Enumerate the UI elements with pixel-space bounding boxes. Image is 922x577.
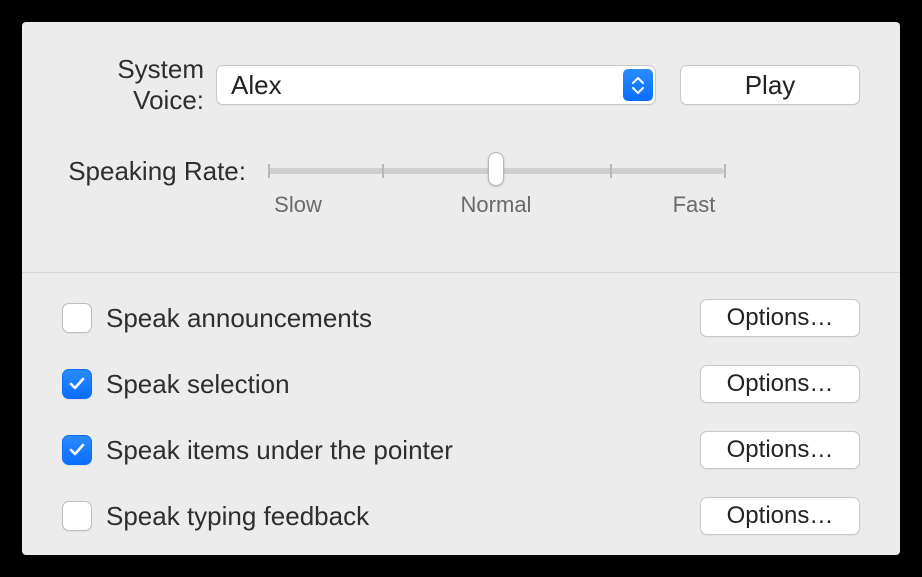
speaking-rate-slider[interactable]: Slow Normal Fast [258, 156, 734, 218]
slider-tick [724, 164, 726, 178]
options-button-label: Options… [727, 436, 834, 464]
play-button-label: Play [745, 70, 796, 101]
slider-label-normal: Normal [338, 192, 654, 218]
speak-selection-checkbox[interactable] [62, 369, 92, 399]
speak-announcements-label: Speak announcements [106, 303, 700, 334]
system-voice-value: Alex [231, 70, 623, 101]
speech-preferences-panel: System Voice: Alex Play Speaking Rate: [22, 22, 900, 555]
options-button-label: Options… [727, 502, 834, 530]
slider-label-fast: Fast [654, 192, 734, 218]
slider-tick [382, 164, 384, 178]
slider-track [268, 168, 724, 174]
speak-announcements-row: Speak announcements Options… [62, 299, 860, 337]
speak-items-pointer-label: Speak items under the pointer [106, 435, 700, 466]
system-voice-label: System Voice: [62, 54, 204, 116]
speak-items-pointer-options-button[interactable]: Options… [700, 431, 860, 469]
speak-selection-options-button[interactable]: Options… [700, 365, 860, 403]
options-button-label: Options… [727, 370, 834, 398]
system-voice-popup[interactable]: Alex [216, 65, 656, 105]
play-button[interactable]: Play [680, 65, 860, 105]
options-button-label: Options… [727, 304, 834, 332]
speak-items-pointer-row: Speak items under the pointer Options… [62, 431, 860, 469]
system-voice-row: System Voice: Alex Play [62, 54, 860, 116]
slider-labels: Slow Normal Fast [258, 192, 734, 218]
speak-typing-feedback-checkbox[interactable] [62, 501, 92, 531]
bottom-section: Speak announcements Options… Speak selec… [22, 273, 900, 535]
slider-thumb[interactable] [488, 152, 504, 186]
popup-arrows-icon [623, 69, 653, 101]
speaking-rate-label: Speaking Rate: [62, 156, 246, 187]
slider-tick [610, 164, 612, 178]
speak-announcements-checkbox[interactable] [62, 303, 92, 333]
speak-items-pointer-checkbox[interactable] [62, 435, 92, 465]
slider-label-slow: Slow [258, 192, 338, 218]
speaking-rate-row: Speaking Rate: Slow Normal Fast [62, 156, 860, 218]
speak-typing-feedback-row: Speak typing feedback Options… [62, 497, 860, 535]
speak-selection-row: Speak selection Options… [62, 365, 860, 403]
speak-typing-feedback-options-button[interactable]: Options… [700, 497, 860, 535]
speak-selection-label: Speak selection [106, 369, 700, 400]
slider-tick [268, 164, 270, 178]
speak-announcements-options-button[interactable]: Options… [700, 299, 860, 337]
top-section: System Voice: Alex Play Speaking Rate: [22, 22, 900, 242]
speak-typing-feedback-label: Speak typing feedback [106, 501, 700, 532]
